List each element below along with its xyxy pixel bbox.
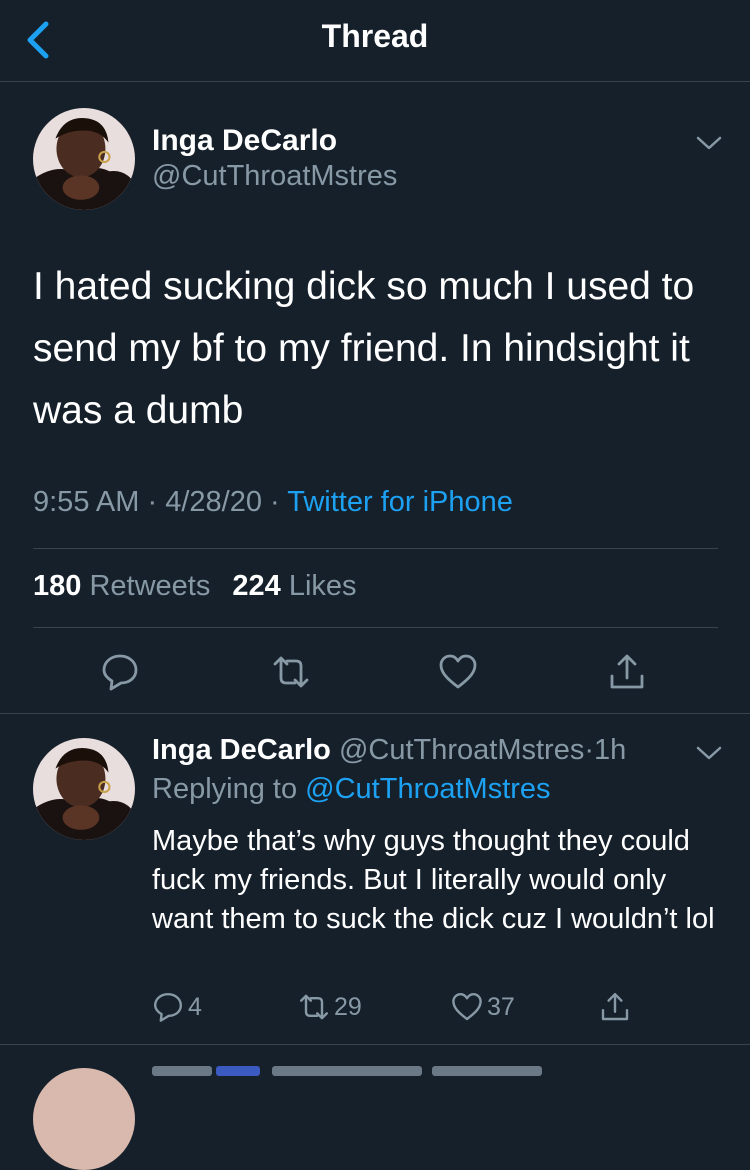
tweet-source-link[interactable]: Twitter for iPhone: [287, 486, 513, 518]
retweet-arrows-icon: [300, 994, 328, 1020]
share-upload-icon: [610, 654, 644, 689]
retweet-button[interactable]: [271, 652, 311, 692]
likes-stat[interactable]: 224 Likes: [232, 570, 356, 603]
meta-separator: ·: [584, 734, 594, 766]
share-button[interactable]: [607, 652, 647, 692]
author-handle[interactable]: @CutThroatMstres: [152, 160, 397, 193]
divider: [0, 1044, 750, 1045]
like-label: Likes: [288, 570, 357, 602]
speech-bubble-icon: [102, 654, 138, 691]
avatar[interactable]: [33, 1068, 135, 1170]
author-handle[interactable]: @CutThroatMstres: [339, 734, 584, 766]
heart-icon: [439, 654, 477, 689]
retweet-button[interactable]: 29: [298, 990, 362, 1024]
tweet-age: 1h: [594, 734, 627, 766]
retweet-label: Retweets: [89, 570, 211, 602]
share-upload-icon: [601, 993, 629, 1021]
profile-photo: [33, 108, 135, 210]
tweet-date: 4/28/20: [165, 486, 262, 518]
speech-bubble-icon: [154, 993, 182, 1022]
meta-separator: ·: [270, 486, 280, 518]
retweets-stat[interactable]: 180 Retweets: [33, 570, 210, 603]
reply-header: Inga DeCarlo @CutThroatMstres·1h: [152, 734, 626, 767]
chevron-down-icon: [696, 136, 722, 150]
retweet-count: 180: [33, 570, 82, 602]
reply-text: Maybe that’s why guys thought they could…: [152, 825, 715, 935]
like-count: 224: [232, 570, 281, 602]
replying-to-mention[interactable]: @CutThroatMstres: [305, 773, 550, 805]
tweet-meta: 9:55 AM · 4/28/20 · Twitter for iPhone: [33, 486, 513, 519]
page-title: Thread: [321, 18, 429, 54]
like-button[interactable]: 37: [451, 990, 515, 1024]
tweet-menu-button[interactable]: [694, 742, 724, 764]
retweet-arrows-icon: [273, 656, 309, 688]
thread-header: Thread: [0, 0, 750, 82]
tweet-text: I hated sucking dick so much I used to s…: [33, 265, 695, 432]
avatar[interactable]: [33, 738, 135, 840]
divider: [0, 713, 750, 714]
profile-photo: [33, 738, 135, 840]
heart-icon: [452, 993, 482, 1021]
tweet-stats: 180 Retweets 224 Likes: [33, 570, 371, 603]
author-display-name[interactable]: Inga DeCarlo: [152, 124, 337, 158]
avatar[interactable]: [33, 108, 135, 210]
reply-button[interactable]: 4: [152, 990, 202, 1024]
tweet-menu-button[interactable]: [694, 132, 724, 154]
author-display-name[interactable]: Inga DeCarlo: [152, 734, 331, 766]
chevron-down-icon: [696, 746, 722, 760]
reply-button[interactable]: [100, 652, 140, 692]
like-count: 37: [487, 992, 515, 1021]
replying-to-label: Replying to: [152, 773, 298, 805]
reply-count: 4: [188, 992, 202, 1021]
tweet-time: 9:55 AM: [33, 486, 140, 518]
meta-separator: ·: [147, 486, 158, 518]
divider: [33, 548, 718, 549]
replying-to-line: Replying to @CutThroatMstres: [152, 773, 551, 806]
share-button[interactable]: [599, 990, 631, 1024]
like-button[interactable]: [438, 652, 478, 692]
divider: [33, 627, 718, 628]
retweet-count: 29: [334, 992, 362, 1021]
